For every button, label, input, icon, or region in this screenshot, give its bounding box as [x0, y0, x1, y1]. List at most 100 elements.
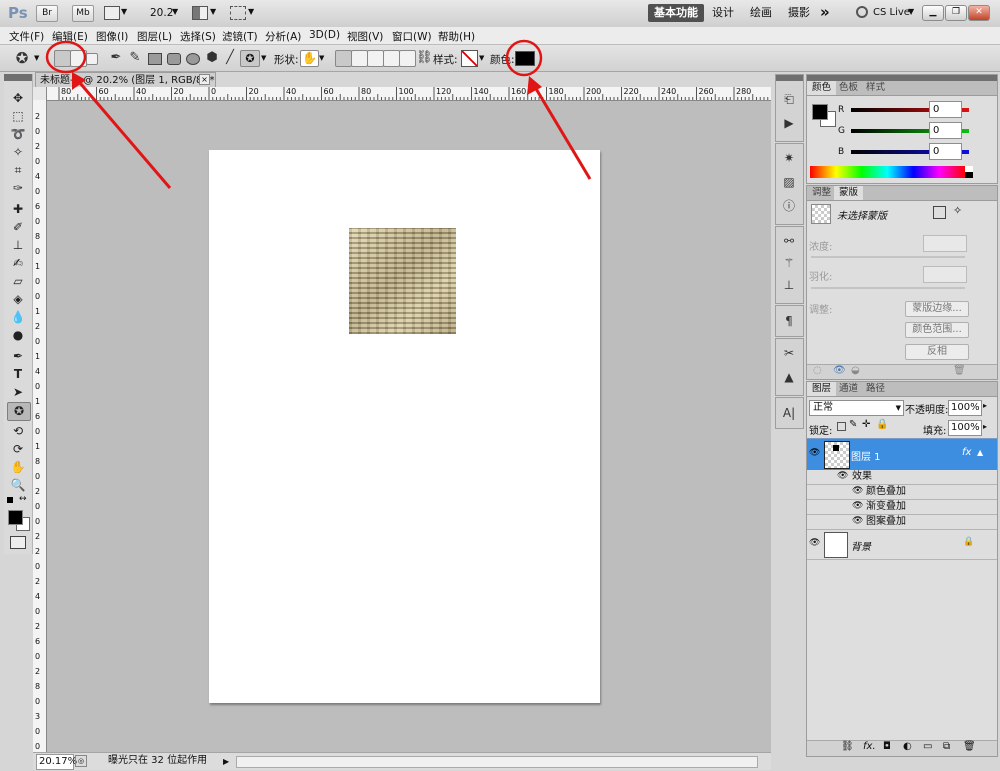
history-brush-tool-icon[interactable]: ✍ [7, 255, 29, 272]
effect-row-pattern-overlay[interactable]: 👁 图案叠加 [807, 514, 997, 530]
move-tool-icon[interactable]: ✥ [7, 90, 29, 107]
chevron-down-icon[interactable]: ▼ [319, 54, 324, 62]
vector-mask-icon[interactable]: ✧ [953, 204, 962, 217]
status-info-icon[interactable]: ◎ [75, 755, 87, 767]
tool-presets-panel-icon[interactable]: ✂ [781, 345, 797, 361]
chevron-down-icon[interactable]: ▼ [121, 7, 127, 16]
cs-live-icon[interactable] [856, 6, 868, 18]
paths-mode-button[interactable] [70, 50, 87, 67]
custom-shape-tool-icon[interactable]: ✪ [240, 50, 260, 67]
delete-layer-icon[interactable]: 🗑 [963, 741, 976, 752]
chevron-down-icon[interactable]: ▼ [908, 7, 914, 16]
workspace-photography[interactable]: 摄影 [782, 4, 816, 22]
more-workspaces-button[interactable]: » [820, 3, 830, 21]
workspace-essentials[interactable]: 基本功能 [648, 4, 704, 22]
type-tool-icon[interactable]: T [7, 366, 29, 383]
load-selection-icon[interactable]: ◌ [813, 365, 822, 376]
custom-shape-tool-preset-icon[interactable]: ✪ [14, 50, 30, 66]
lasso-tool-icon[interactable]: ➰ [7, 126, 29, 143]
effect-row-color-overlay[interactable]: 👁 颜色叠加 [807, 484, 997, 500]
eraser-tool-icon[interactable]: ▱ [7, 273, 29, 290]
rounded-rectangle-tool-icon[interactable] [167, 53, 181, 65]
menu-select[interactable]: 选择(S) [180, 29, 216, 44]
effect-eye-icon[interactable]: 👁 [852, 499, 863, 514]
shape-layers-mode-button[interactable] [54, 50, 71, 67]
blue-value[interactable]: 0 [929, 143, 962, 160]
effect-eye-icon[interactable]: 👁 [852, 484, 863, 499]
freeform-pen-icon[interactable]: ✎ [127, 50, 143, 66]
layer-row-background[interactable]: 👁 背景 🔒 [807, 530, 997, 560]
tab-masks[interactable]: 蒙版 [834, 186, 864, 200]
tab-styles[interactable]: 样式 [861, 81, 890, 95]
opacity-field[interactable]: 100% [948, 400, 982, 416]
feather-field[interactable] [923, 266, 967, 283]
menu-analysis[interactable]: 分析(A) [265, 29, 301, 44]
chevron-down-icon[interactable]: ▼ [479, 54, 484, 62]
red-value[interactable]: 0 [929, 101, 962, 118]
dodge-tool-icon[interactable]: ● [7, 327, 29, 344]
character-panel-icon[interactable]: A| [781, 405, 797, 421]
history-panel-icon[interactable]: ⎗ [781, 91, 797, 107]
style-picker[interactable] [461, 50, 478, 67]
visibility-eye-icon[interactable]: 👁 [809, 448, 820, 458]
ruler-origin[interactable] [33, 87, 47, 101]
color-spectrum-bar[interactable] [810, 166, 965, 178]
quick-selection-tool-icon[interactable]: ✧ [7, 144, 29, 161]
histogram-panel-icon[interactable]: ▨ [781, 174, 797, 190]
actions-panel-icon[interactable]: ▶ [781, 115, 797, 131]
blur-tool-icon[interactable]: 💧 [7, 309, 29, 326]
lock-all-icon[interactable]: 🔒 [876, 419, 888, 430]
hand-tool-icon[interactable]: ✋ [7, 459, 29, 476]
fx-badge[interactable]: fx [962, 447, 971, 458]
fill-field[interactable]: 100% [948, 420, 982, 436]
chevron-up-icon[interactable]: ▲ [977, 448, 983, 457]
pixel-mask-icon[interactable] [933, 206, 946, 219]
clone-source-panel-icon[interactable]: ⊥ [781, 277, 797, 293]
blend-mode-select[interactable]: 正常 ▼ [809, 400, 904, 416]
rectangle-tool-icon[interactable] [148, 53, 162, 65]
brush-tool-icon[interactable]: ✐ [7, 219, 29, 236]
menu-image[interactable]: 图像(I) [96, 29, 128, 44]
swap-colors-icon[interactable]: ↔ [19, 494, 27, 504]
cs-live-button[interactable]: CS Live [873, 7, 910, 18]
ellipse-tool-icon[interactable] [186, 53, 200, 65]
close-window-button[interactable]: ✕ [968, 5, 990, 21]
effect-row-gradient-overlay[interactable]: 👁 渐变叠加 [807, 499, 997, 515]
mask-visibility-icon[interactable]: 👁 [833, 365, 846, 376]
lock-transparent-icon[interactable] [837, 422, 846, 431]
link-icon[interactable]: ⛓ [416, 50, 433, 66]
menu-filter[interactable]: 滤镜(T) [222, 29, 258, 44]
chevron-down-icon[interactable]: ▼ [210, 7, 216, 16]
delete-mask-icon[interactable]: 🗑 [953, 365, 966, 376]
subtract-shape-area-button[interactable] [367, 50, 384, 67]
tab-color[interactable]: 颜色 [807, 81, 837, 95]
chevron-down-icon[interactable]: ▼ [34, 54, 39, 62]
lock-image-icon[interactable]: ✎ [849, 419, 857, 430]
new-layer-icon[interactable]: ⧉ [943, 741, 950, 752]
menu-edit[interactable]: 编辑(E) [52, 29, 88, 44]
tab-swatches[interactable]: 色板 [834, 81, 863, 95]
custom-shape-tool-icon[interactable]: ✪ [7, 402, 31, 421]
healing-brush-tool-icon[interactable]: ✚ [7, 201, 29, 218]
exclude-overlap-button[interactable] [399, 50, 416, 67]
new-shape-layer-button[interactable] [335, 50, 352, 67]
density-field[interactable] [923, 235, 967, 252]
navigator-panel-icon[interactable]: ✷ [781, 150, 797, 166]
menu-help[interactable]: 帮助(H) [438, 29, 475, 44]
shape-picker[interactable]: ✋ [300, 50, 319, 67]
zoom-field[interactable]: 20.17% [36, 754, 77, 770]
new-group-icon[interactable]: ▭ [923, 741, 932, 752]
textured-shape[interactable] [349, 228, 456, 334]
default-colors-icon[interactable] [7, 497, 13, 503]
crop-tool-icon[interactable]: ⌗ [7, 162, 29, 179]
quick-mask-icon[interactable] [10, 536, 26, 549]
paint-bucket-tool-icon[interactable]: ◈ [7, 291, 29, 308]
effects-row[interactable]: 👁 效果 [807, 469, 997, 485]
3d-orbit-tool-icon[interactable]: ⟳ [7, 441, 29, 458]
brush-panel-icon[interactable]: ⚚ [781, 255, 797, 271]
polygon-tool-icon[interactable]: ⬢ [204, 50, 220, 66]
fill-arrow-icon[interactable]: ▸ [983, 422, 987, 431]
marquee-tool-icon[interactable]: ⬚ [7, 108, 29, 125]
zoom-level[interactable]: 20.2 [150, 7, 173, 19]
line-tool-icon[interactable]: ╱ [222, 50, 238, 66]
